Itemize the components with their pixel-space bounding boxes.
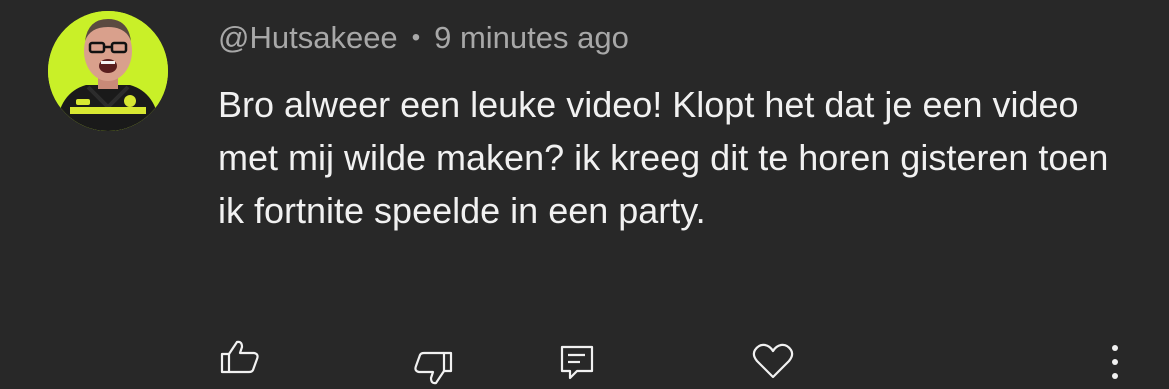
comment-timestamp: 9 minutes ago (434, 20, 629, 55)
comment-meta: @Hutsakeee • 9 minutes ago (218, 16, 629, 60)
dislike-button[interactable] (412, 350, 454, 386)
reply-icon (560, 345, 594, 380)
avatar[interactable] (48, 11, 168, 131)
thumbs-up-icon (220, 340, 259, 374)
like-button[interactable] (219, 339, 261, 375)
author-name[interactable]: @Hutsakeee (218, 20, 398, 56)
more-options-button[interactable] (1107, 342, 1123, 382)
meta-separator: • (411, 24, 421, 51)
thumbs-down-icon (414, 351, 453, 385)
more-vertical-icon (1112, 345, 1118, 379)
avatar-image (48, 11, 168, 131)
heart-button[interactable] (752, 342, 794, 380)
reply-button[interactable] (559, 344, 595, 382)
comment-text: Bro alweer een leuke video! Klopt het da… (218, 84, 1109, 231)
heart-icon (752, 343, 794, 379)
